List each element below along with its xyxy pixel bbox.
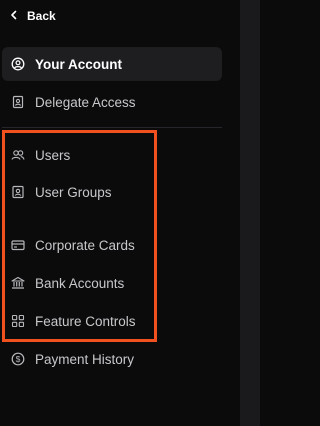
card-icon	[11, 238, 25, 252]
svg-text:$: $	[16, 354, 21, 364]
nav-item-delegate-access[interactable]: Delegate Access	[2, 85, 222, 119]
nav-item-bank-accounts[interactable]: Bank Accounts	[2, 266, 222, 300]
user-square-icon	[11, 185, 25, 199]
nav-item-corporate-cards[interactable]: Corporate Cards	[2, 228, 222, 262]
nav-label-corporate-cards: Corporate Cards	[35, 237, 135, 253]
nav-label-feature-controls: Feature Controls	[35, 313, 136, 329]
section-divider	[2, 127, 222, 128]
bank-icon	[11, 276, 25, 290]
dollar-circle-icon: $	[11, 352, 25, 366]
nav-item-user-groups[interactable]: User Groups	[2, 175, 222, 209]
nav-item-users[interactable]: Users	[2, 138, 222, 172]
content-panel-edge	[240, 0, 260, 426]
nav-label-bank-accounts: Bank Accounts	[35, 275, 125, 291]
back-label: Back	[27, 9, 56, 23]
nav-label-your-account: Your Account	[35, 56, 122, 72]
back-button[interactable]: Back	[9, 6, 56, 26]
nav-item-feature-controls[interactable]: Feature Controls	[2, 304, 222, 338]
nav-item-your-account[interactable]: Your Account	[2, 47, 222, 81]
user-circle-icon	[11, 57, 25, 71]
badge-icon	[11, 95, 25, 109]
nav-label-delegate-access: Delegate Access	[35, 94, 136, 110]
settings-sidebar: Back Your Account Delegate Access Users …	[0, 0, 260, 426]
chevron-left-icon	[9, 9, 19, 23]
grid-icon	[11, 314, 25, 328]
nav-label-users: Users	[35, 147, 71, 163]
nav-item-payment-history[interactable]: $ Payment History	[2, 342, 222, 376]
nav-label-payment-history: Payment History	[35, 351, 135, 367]
users-icon	[11, 148, 25, 162]
nav-label-user-groups: User Groups	[35, 184, 112, 200]
